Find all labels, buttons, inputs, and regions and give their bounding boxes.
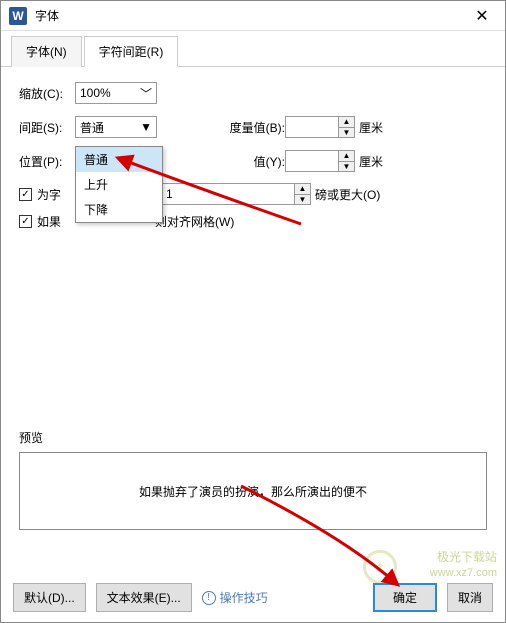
measure-unit: 厘米 xyxy=(359,119,383,136)
cancel-button[interactable]: 取消 xyxy=(447,583,493,612)
spacing-value: 普通 xyxy=(80,119,104,136)
measure-value xyxy=(286,117,338,137)
scale-label: 缩放(C): xyxy=(19,85,75,102)
kerning-unit: 磅或更大(O) xyxy=(315,186,380,203)
value-label: 值(Y): xyxy=(217,153,285,170)
watermark-logo-icon: ✦ xyxy=(363,550,397,584)
font-dialog: W 字体 ✕ 字体(N) 字符间距(R) 缩放(C): 100% ﹀ 间距(S)… xyxy=(0,0,506,623)
chevron-down-icon: ﹀ xyxy=(140,85,152,102)
spinner-up-icon[interactable]: ▲ xyxy=(339,117,354,128)
value-spinner[interactable]: ▲▼ xyxy=(285,150,355,172)
spacing-label: 间距(S): xyxy=(19,119,75,136)
button-bar: 默认(D)... 文本效果(E)... ! 操作技巧 确定 取消 xyxy=(13,583,493,612)
spinner-up-icon[interactable]: ▲ xyxy=(295,184,310,195)
window-title: 字体 xyxy=(35,7,467,24)
spacing-combo[interactable]: 普通 ▼ xyxy=(75,116,157,138)
tab-strip: 字体(N) 字符间距(R) xyxy=(1,31,505,67)
position-dropdown: 普通 上升 下降 xyxy=(75,146,163,223)
close-button[interactable]: ✕ xyxy=(467,1,497,31)
scale-combo[interactable]: 100% ﹀ xyxy=(75,82,157,104)
dropdown-item-lower[interactable]: 下降 xyxy=(76,197,162,222)
measure-spinner[interactable]: ▲▼ xyxy=(285,116,355,138)
caret-down-icon: ▼ xyxy=(140,120,152,134)
spinner-up-icon[interactable]: ▲ xyxy=(339,151,354,162)
snap-label-head: 如果 xyxy=(37,213,61,230)
preview-box: 如果抛弃了演员的扮演，那么所演出的便不 xyxy=(19,452,487,530)
watermark-line2: www.xz7.com xyxy=(430,566,497,580)
kerning-label: 为字 xyxy=(37,186,61,203)
kerning-spin-value: 1 xyxy=(162,184,294,204)
tab-font[interactable]: 字体(N) xyxy=(11,36,82,67)
spinner-down-icon[interactable]: ▼ xyxy=(339,128,354,138)
preview-section: 预览 如果抛弃了演员的扮演，那么所演出的便不 xyxy=(19,429,487,530)
watermark-line1: 极光下载站 xyxy=(430,550,497,566)
value-value xyxy=(286,151,338,171)
ok-button[interactable]: 确定 xyxy=(373,583,437,612)
kerning-spinner[interactable]: 1 ▲▼ xyxy=(161,183,311,205)
hint-text: 操作技巧 xyxy=(220,589,268,606)
spinner-down-icon[interactable]: ▼ xyxy=(295,195,310,205)
snap-label-tail: 则对齐网格(W) xyxy=(155,213,234,230)
spinner-down-icon[interactable]: ▼ xyxy=(339,162,354,172)
value-unit: 厘米 xyxy=(359,153,383,170)
scale-value: 100% xyxy=(80,86,111,100)
tab-char-spacing[interactable]: 字符间距(R) xyxy=(84,36,179,67)
snap-checkbox[interactable]: ✓ xyxy=(19,215,32,228)
kerning-checkbox[interactable]: ✓ xyxy=(19,188,32,201)
title-bar: W 字体 ✕ xyxy=(1,1,505,31)
watermark: ✦ 极光下载站 www.xz7.com xyxy=(430,550,497,580)
preview-text: 如果抛弃了演员的扮演，那么所演出的便不 xyxy=(139,483,367,500)
hint-link[interactable]: ! 操作技巧 xyxy=(202,589,268,606)
app-icon: W xyxy=(9,7,27,25)
dropdown-item-raise[interactable]: 上升 xyxy=(76,172,162,197)
text-effects-button[interactable]: 文本效果(E)... xyxy=(96,583,192,612)
position-label: 位置(P): xyxy=(19,153,75,170)
measure-label: 度量值(B): xyxy=(217,119,285,136)
default-button[interactable]: 默认(D)... xyxy=(13,583,86,612)
preview-label: 预览 xyxy=(19,429,487,446)
info-icon: ! xyxy=(202,591,216,605)
dropdown-item-normal[interactable]: 普通 xyxy=(76,147,162,172)
